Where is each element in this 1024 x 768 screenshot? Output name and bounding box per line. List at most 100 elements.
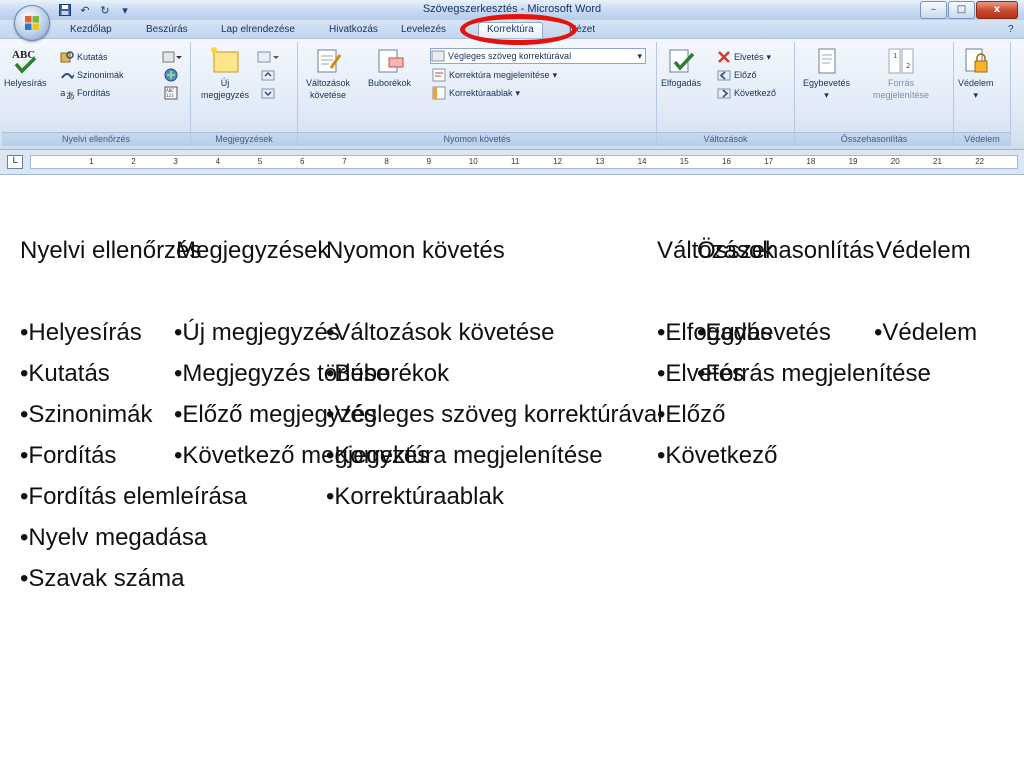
vedelem-button[interactable]: Védelem ▾ (958, 46, 994, 101)
ruler-number: 22 (975, 157, 985, 166)
ruler-number: 7 (342, 157, 347, 166)
elfogadas-button[interactable]: Elfogadás (661, 46, 701, 88)
tab-levelezes[interactable]: Levelezés (401, 23, 446, 38)
list-vedelem: •Védelem (874, 318, 977, 359)
ruler-number: 10 (468, 157, 478, 166)
show-markup-icon (432, 68, 446, 82)
svg-text:1: 1 (893, 52, 897, 60)
compare-icon (818, 48, 836, 74)
show-markup-button[interactable]: Korrektúra megjelenítése ▾ (432, 68, 557, 82)
list-item: •Szavak száma (20, 565, 185, 592)
kutatas-label: Kutatás (77, 52, 108, 62)
research-icon (60, 51, 74, 63)
reviewing-pane-button[interactable]: Korrektúraablak ▾ (432, 86, 520, 100)
word-window: ↶ ↻ ▾ Szövegszerkesztés - Microsoft Word… (0, 0, 1024, 178)
protect-document-icon (965, 48, 988, 73)
window-controls: – □ x (920, 1, 1018, 19)
tab-lap-elrendezese[interactable]: Lap elrendezése (221, 23, 295, 38)
elfogadas-label: Elfogadás (661, 78, 702, 88)
forditas-button[interactable]: aあ Fordítás (60, 86, 110, 100)
header-megjegyzesek: Megjegyzések (176, 237, 330, 264)
office-button[interactable] (14, 5, 50, 41)
delete-comment-icon[interactable] (257, 50, 281, 64)
buborekok-button[interactable]: Buborékok (368, 46, 411, 88)
highlight-circle (460, 14, 577, 45)
header-osszehasonlitas: Összehasonlítás (697, 237, 875, 264)
chevron-down-icon: ▾ (515, 87, 521, 98)
balloons-icon (378, 49, 404, 73)
next-comment-icon[interactable] (261, 86, 275, 100)
language-icon[interactable] (162, 50, 182, 64)
valtozasok-kovetese-button[interactable]: Változások követése (306, 46, 350, 100)
forras-label-line2: megjelenítése (873, 90, 930, 100)
ruler-number: 9 (426, 157, 432, 166)
group-label-nyelvi: Nyelvi ellenőrzés (2, 132, 190, 146)
ruler: L 1 2 3 4 5 6 7 8 9 10 11 12 13 14 15 16 17 18 19 20 21 22 (0, 150, 1024, 175)
help-icon[interactable]: ? (1008, 23, 1014, 38)
uj-label-line1: Új (220, 78, 230, 88)
ruler-number: 17 (764, 157, 774, 166)
translate-tooltip-icon[interactable] (164, 68, 178, 82)
szinonimak-button[interactable]: Szinonimák (60, 68, 124, 82)
ruler-number: 16 (722, 157, 731, 166)
ruler-number: 8 (384, 157, 389, 166)
elvetes-button[interactable]: Elvetés ▾ (717, 50, 771, 64)
list-item: •Végleges szöveg korrektúrával (326, 401, 663, 428)
helyesiras-button[interactable]: ABC Helyesírás (4, 46, 47, 88)
markup-dropdown[interactable]: Végleges szöveg korrektúrával ▾ (430, 48, 646, 64)
final-markup-icon (431, 50, 445, 62)
chevron-down-icon: ▾ (766, 51, 772, 62)
ruler-number: 6 (300, 157, 305, 166)
tab-hivatkozas[interactable]: Hivatkozás (329, 23, 378, 38)
kovetkezo-label: Következő (734, 88, 777, 98)
list-item: •Fordítás elemleírása (20, 483, 248, 510)
list-item: •Forrás megjelenítése (697, 360, 931, 387)
close-button[interactable]: x (976, 1, 1018, 19)
group-valtozasok: Elfogadás Elvetés ▾ Előző Következő Vált… (657, 42, 795, 146)
svg-text:あ: あ (66, 91, 74, 100)
ruler-number: 15 (679, 157, 689, 166)
buborekok-label: Buborékok (368, 78, 412, 88)
forras-label-line1: Forrás (888, 78, 915, 88)
minimize-button[interactable]: – (920, 1, 947, 19)
uj-megjegyzes-button[interactable]: Új megjegyzés (201, 46, 249, 100)
list-nyomon: •Változások követése •Buborékok •Véglege… (326, 318, 663, 523)
reviewing-pane-icon (432, 86, 446, 100)
office-logo-icon (25, 16, 39, 30)
maximize-button[interactable]: □ (948, 1, 975, 19)
egybevetes-button[interactable]: Egybevetés ▾ (803, 46, 850, 101)
ruler-bar[interactable]: 1 2 3 4 5 6 7 8 9 10 11 12 13 14 15 16 17 18 19 20 21 22 (30, 155, 1018, 169)
group-megjegyzesek: Új megjegyzés Megjegyzések (191, 42, 298, 146)
group-label-megjegyzesek: Megjegyzések (191, 132, 297, 146)
list-item: •Buborékok (326, 360, 450, 387)
ruler-number: 2 (131, 157, 136, 166)
chevron-down-icon: ▾ (973, 90, 979, 100)
ruler-number: 11 (511, 157, 520, 166)
word-count-icon[interactable]: ABC 123 (164, 86, 178, 100)
previous-comment-icon[interactable] (261, 68, 275, 82)
list-item: •Előző (657, 401, 726, 428)
kovetkezo-button[interactable]: Következő (717, 86, 776, 100)
tab-beszuras[interactable]: Beszúrás (146, 23, 188, 38)
chevron-down-icon: ▾ (637, 50, 642, 61)
helyesiras-label: Helyesírás (4, 78, 47, 88)
elvetes-label: Elvetés (734, 52, 764, 62)
accept-change-icon (669, 49, 695, 73)
elozo-button[interactable]: Előző (717, 68, 757, 82)
ruler-number: 20 (890, 157, 900, 166)
valtozasok-label-line2: követése (310, 90, 347, 100)
list-item: •Változások követése (326, 319, 555, 346)
elozo-label: Előző (734, 70, 757, 80)
forras-megjelenitese-button[interactable]: 12 Forrás megjelenítése (873, 46, 929, 100)
group-nyomon-kovetes: Változások követése Buborékok Végleges s… (298, 42, 657, 146)
header-nyelvi-ellenorzes: Nyelvi ellenőrzés (20, 237, 202, 264)
tab-selector-button[interactable]: L (7, 155, 23, 169)
kutatas-button[interactable]: Kutatás (60, 50, 108, 64)
group-label-valtozasok: Változások (657, 132, 794, 146)
tab-kezdolap[interactable]: Kezdőlap (70, 23, 112, 38)
uj-label-line2: megjegyzés (201, 90, 250, 100)
chevron-down-icon: ▾ (552, 69, 558, 80)
group-vedelem: Védelem ▾ Védelem (954, 42, 1011, 146)
ruler-number: 5 (257, 157, 263, 166)
header-nyomon-kovetes: Nyomon követés (326, 237, 505, 264)
